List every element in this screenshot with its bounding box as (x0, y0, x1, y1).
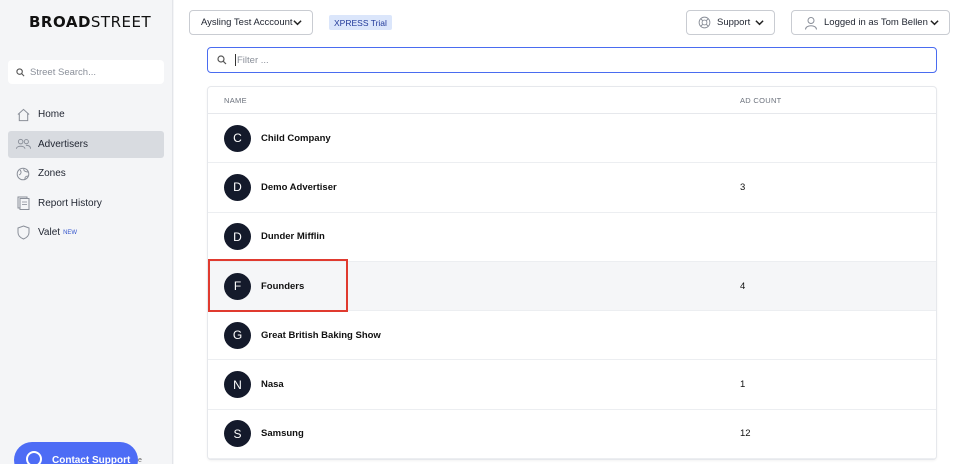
contact-tail-text: e (138, 457, 142, 464)
support-label: Support (717, 17, 751, 28)
support-button[interactable]: Support (686, 10, 775, 35)
ad-count: 4 (740, 280, 746, 292)
user-label: Logged in as Tom Bellen (824, 17, 928, 28)
table-row[interactable]: N Nasa 1 (208, 360, 936, 410)
avatar: C (224, 124, 251, 152)
account-select[interactable]: Aysling Test Acccount (189, 10, 313, 35)
table-row[interactable]: S Samsung 12 (208, 410, 936, 459)
avatar: N (224, 371, 251, 399)
search-icon (16, 67, 25, 76)
ad-count: 12 (740, 428, 751, 440)
globe-icon (14, 165, 32, 183)
new-badge: NEW (63, 229, 78, 236)
avatar: F (224, 272, 251, 300)
advertiser-name[interactable]: Great British Baking Show (261, 330, 381, 341)
users-icon (14, 135, 32, 153)
chat-icon (26, 451, 42, 464)
advertiser-name[interactable]: Founders (261, 281, 304, 292)
sidebar-item-zones[interactable]: Zones (8, 160, 164, 187)
lifebuoy-icon (698, 16, 711, 29)
chevron-down-icon (293, 20, 302, 26)
sidebar-item-report-history[interactable]: Report History (8, 190, 164, 217)
ad-count: 3 (740, 181, 746, 193)
table-row[interactable]: D Dunder Mifflin (208, 213, 936, 262)
report-icon (14, 194, 32, 212)
sidebar-item-label: Zones (38, 168, 66, 180)
chevron-down-icon (755, 20, 764, 26)
sidebar-nav: Home Advertisers Zones Report History Va… (8, 101, 164, 249)
table-row[interactable]: F Founders 4 (208, 261, 936, 312)
contact-support-label: Contact Support (52, 454, 131, 464)
table-row[interactable]: D Demo Advertiser 3 (208, 163, 936, 213)
user-icon (804, 16, 818, 30)
avatar: S (224, 420, 251, 448)
sidebar-item-label: Home (38, 109, 65, 120)
filter-placeholder: Filter ... (237, 54, 269, 66)
column-header-ad-count[interactable]: AD COUNT (740, 96, 782, 105)
table-row[interactable]: G Great British Baking Show (208, 311, 936, 361)
column-header-name[interactable]: NAME (224, 96, 247, 105)
street-search-input[interactable]: Street Search... (8, 60, 164, 84)
home-icon (14, 106, 32, 124)
search-icon (217, 55, 227, 65)
advertiser-name[interactable]: Nasa (261, 379, 284, 390)
sidebar-item-home[interactable]: Home (8, 101, 164, 128)
avatar: D (224, 173, 251, 201)
shield-icon (14, 224, 32, 242)
advertiser-name[interactable]: Dunder Mifflin (261, 231, 325, 242)
table-header: NAME AD COUNT (208, 87, 936, 114)
filter-input[interactable]: Filter ... (207, 47, 937, 73)
sidebar-item-valet[interactable]: Valet NEW (8, 219, 164, 246)
street-search-placeholder: Street Search... (30, 66, 97, 78)
table-row[interactable]: C Child Company (208, 114, 936, 164)
text-caret (235, 54, 236, 66)
user-menu-button[interactable]: Logged in as Tom Bellen (791, 10, 950, 35)
main-content: Aysling Test Acccount XPRESS Trial Suppo… (174, 0, 972, 464)
sidebar-item-label: Report History (38, 197, 102, 209)
advertiser-name[interactable]: Samsung (261, 428, 304, 439)
sidebar-item-label: Advertisers (38, 138, 89, 150)
chevron-down-icon (930, 20, 939, 26)
broadstreet-logo[interactable]: BROADSTREET (29, 13, 151, 31)
sidebar: BROADSTREET Street Search... Home Advert… (0, 0, 173, 464)
avatar: G (224, 321, 251, 349)
ad-count: 1 (740, 379, 746, 391)
sidebar-item-advertisers[interactable]: Advertisers (8, 130, 164, 158)
contact-support-button[interactable]: Contact Support (14, 442, 138, 464)
account-label: Aysling Test Acccount (201, 17, 293, 28)
top-bar: Aysling Test Acccount XPRESS Trial Suppo… (174, 0, 972, 42)
trial-badge: XPRESS Trial (329, 15, 392, 30)
advertiser-name[interactable]: Demo Advertiser (261, 182, 337, 193)
advertisers-table: NAME AD COUNT C Child Company D Demo Adv… (207, 86, 937, 460)
sidebar-item-label: Valet (38, 227, 61, 239)
avatar: D (224, 223, 251, 251)
advertiser-name[interactable]: Child Company (261, 133, 331, 144)
